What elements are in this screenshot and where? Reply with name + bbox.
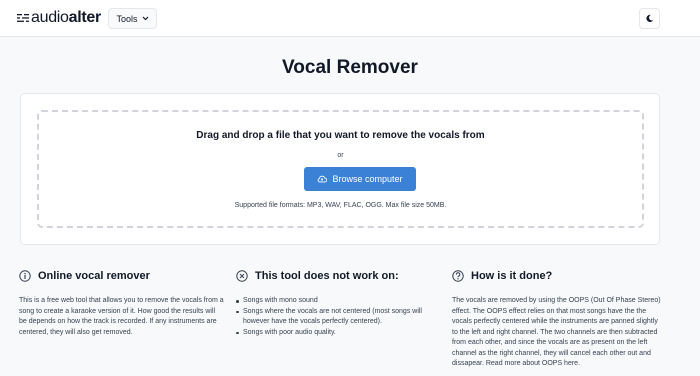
cloud-upload-icon [318, 175, 328, 183]
tools-label: Tools [116, 13, 138, 24]
limitations-list: Songs with mono sound Songs where the vo… [236, 296, 436, 338]
x-circle-icon [236, 270, 248, 282]
tools-dropdown-button[interactable]: Tools [108, 8, 157, 29]
equalizer-logo-icon [17, 14, 29, 22]
logo-prefix: audio [31, 9, 69, 26]
info-how-is-it-done: How is it done? The vocals are removed b… [452, 268, 662, 370]
logo[interactable]: audioalter [17, 9, 101, 27]
or-separator: or [337, 152, 344, 159]
top-navbar: audioalter Tools [0, 0, 700, 37]
info-online-vocal-remover: Online vocal remover This is a free web … [19, 268, 224, 338]
question-circle-icon [452, 270, 464, 282]
info-does-not-work: This tool does not work on: Songs with m… [236, 268, 436, 338]
info-text: This is a free web tool that allows you … [19, 297, 224, 336]
browse-computer-button[interactable]: Browse computer [304, 167, 416, 191]
upload-card: Drag and drop a file that you want to re… [20, 93, 660, 245]
supported-formats-text: Supported file formats: MP3, WAV, FLAC, … [234, 202, 447, 209]
moon-icon [646, 14, 654, 23]
list-item: Songs where the vocals are not centered … [236, 307, 436, 328]
info-title: This tool does not work on: [255, 270, 399, 282]
list-item: Songs with poor audio quality. [236, 328, 436, 339]
page-title: Vocal Remover [282, 57, 418, 78]
info-text: The vocals are removed by using the OOPS… [452, 297, 661, 367]
chevron-down-icon [142, 16, 148, 21]
info-title: How is it done? [471, 270, 553, 282]
file-dropzone[interactable]: Drag and drop a file that you want to re… [37, 110, 644, 228]
logo-text: audioalter [31, 9, 101, 27]
dropzone-heading: Drag and drop a file that you want to re… [196, 130, 485, 141]
list-item: Songs with mono sound [236, 296, 436, 307]
dark-mode-toggle[interactable] [639, 8, 660, 29]
info-title: Online vocal remover [38, 270, 150, 282]
info-circle-icon [19, 270, 31, 282]
browse-label: Browse computer [332, 174, 403, 184]
logo-suffix: alter [68, 9, 102, 26]
